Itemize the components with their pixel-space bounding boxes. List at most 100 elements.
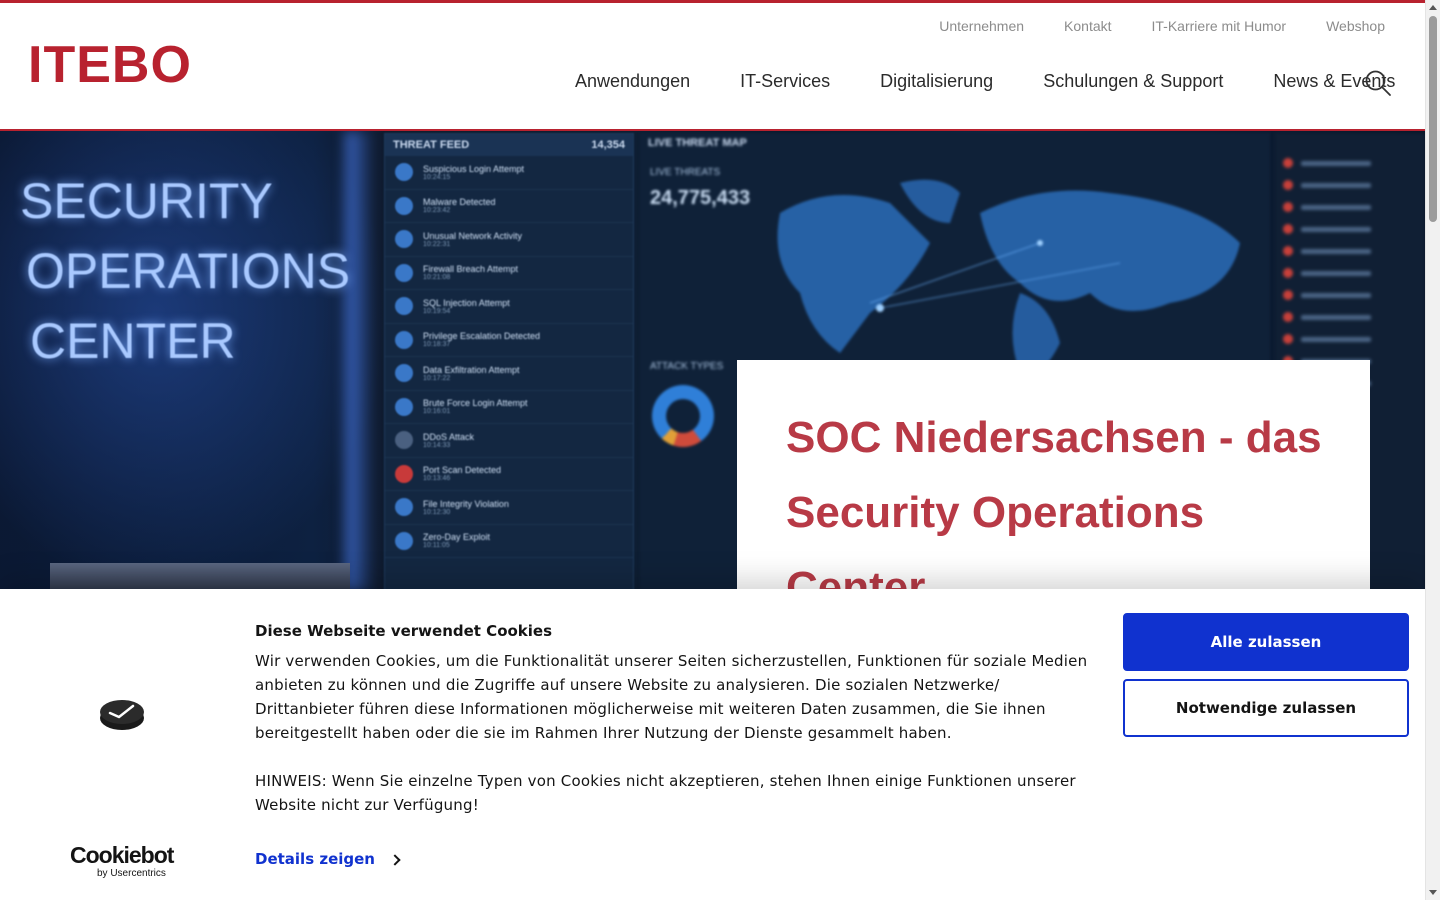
feed-item-time: 10:22:31 [423, 240, 451, 248]
feed-item: Data Exfiltration Attempt 10:17:22 [385, 357, 633, 391]
sign-line-2: OPERATIONS [26, 243, 351, 299]
chevron-right-icon [389, 853, 401, 866]
alert-icon [395, 531, 413, 550]
incident-row [1283, 197, 1417, 217]
world-map-graphic [777, 179, 1240, 375]
nav-digitalisierung[interactable]: Digitalisierung [880, 71, 993, 92]
feed-item-title: SQL Injection Attempt [423, 297, 510, 308]
incident-row [1283, 153, 1417, 173]
alert-icon [395, 263, 413, 282]
alert-icon [395, 498, 413, 517]
search-button[interactable] [1364, 69, 1392, 97]
feed-item: Suspicious Login Attempt 10:24:15 [385, 156, 633, 190]
attack-types-label: ATTACK TYPES [650, 361, 724, 372]
meta-nav-kontakt[interactable]: Kontakt [1064, 18, 1111, 34]
incident-row [1283, 307, 1417, 327]
allow-necessary-button[interactable]: Notwendige zulassen [1123, 679, 1409, 737]
feed-item-time: 10:17:22 [423, 374, 451, 382]
alert-icon [395, 230, 413, 249]
search-icon [1365, 70, 1391, 96]
threat-feed-count: 14,354 [591, 139, 625, 151]
feed-item: Brute Force Login Attempt 10:16:01 [385, 391, 633, 424]
meta-navigation: Unternehmen Kontakt IT-Karriere mit Humo… [939, 18, 1385, 34]
alert-icon [395, 330, 413, 349]
page-scrollbar[interactable] [1425, 0, 1440, 900]
feed-item-time: 10:16:01 [423, 408, 451, 416]
cookiebot-logo-icon [100, 700, 144, 730]
meta-nav-webshop[interactable]: Webshop [1326, 18, 1385, 34]
feed-item-title: Zero-Day Exploit [423, 532, 491, 543]
feed-item: Zero-Day Exploit 10:11:05 [385, 525, 633, 558]
nav-anwendungen[interactable]: Anwendungen [575, 71, 690, 92]
sign-line-1: SECURITY [20, 173, 273, 229]
feed-item-title: Suspicious Login Attempt [423, 163, 525, 174]
alert-icon [395, 431, 413, 450]
feed-item-time: 10:11:05 [423, 542, 450, 550]
scrollbar-thumb[interactable] [1429, 16, 1437, 222]
feed-item: Privilege Escalation Detected 10:18:37 [385, 324, 633, 357]
details-toggle-label: Details zeigen [255, 850, 375, 868]
cookiebot-brand-by: by Usercentrics [97, 868, 166, 879]
feed-item-title: File Integrity Violation [423, 498, 509, 509]
warning-icon [395, 464, 413, 483]
feed-item-title: Data Exfiltration Attempt [423, 364, 520, 375]
threat-feed-header: THREAT FEED 14,354 [385, 134, 633, 156]
threat-feed-title: THREAT FEED [393, 139, 470, 151]
meta-nav-unternehmen[interactable]: Unternehmen [939, 18, 1024, 34]
feed-item-title: Unusual Network Activity [423, 230, 523, 241]
incident-row [1283, 241, 1417, 261]
feed-item-time: 10:24:15 [423, 173, 451, 181]
cookie-banner-hint: HINWEIS: Wenn Sie einzelne Typen von Coo… [255, 772, 1076, 814]
feed-item-title: Firewall Breach Attempt [423, 264, 519, 275]
alert-icon [395, 364, 413, 383]
cookie-banner-text: Wir verwenden Cookies, um die Funktional… [255, 652, 1088, 742]
alert-icon [395, 297, 413, 316]
feed-item: Port Scan Detected 10:13:46 [385, 458, 633, 491]
feed-item-time: 10:21:08 [423, 274, 451, 282]
feed-item: Firewall Breach Attempt 10:21:08 [385, 257, 633, 290]
incident-row [1283, 329, 1417, 349]
allow-all-button[interactable]: Alle zulassen [1123, 613, 1409, 671]
threat-feed-panel: THREAT FEED 14,354 Suspicious Login Atte… [384, 133, 634, 591]
scroll-down-arrow-icon[interactable] [1429, 890, 1437, 895]
sign-line-3: CENTER [30, 313, 236, 369]
feed-item: DDoS Attack 10:14:33 [385, 424, 633, 458]
threat-map-title: LIVE THREAT MAP [648, 137, 747, 149]
site-logo[interactable]: ITEBO [28, 39, 192, 91]
incident-row [1283, 263, 1417, 283]
monitor-stand-graphic [50, 563, 350, 591]
feed-item-title: Privilege Escalation Detected [423, 331, 541, 342]
feed-item-time: 10:12:30 [423, 508, 451, 516]
feed-item-time: 10:18:37 [423, 341, 451, 349]
nav-it-services[interactable]: IT-Services [740, 71, 830, 92]
cookiebot-brand-name: Cookiebot [70, 842, 174, 868]
feed-item: File Integrity Violation 10:12:30 [385, 491, 633, 525]
meta-nav-karriere[interactable]: IT-Karriere mit Humor [1152, 18, 1287, 34]
cookie-banner-title: Diese Webseite verwendet Cookies [255, 622, 553, 640]
alert-icon [395, 397, 413, 416]
feed-item-title: DDoS Attack [423, 431, 475, 442]
site-header: ITEBO Unternehmen Kontakt IT-Karriere mi… [0, 3, 1425, 131]
attack-types-donut [652, 385, 714, 447]
feed-item-time: 10:19:54 [423, 307, 451, 315]
feed-item: Unusual Network Activity 10:22:31 [385, 223, 633, 257]
feed-item: SQL Injection Attempt 10:19:54 [385, 290, 633, 324]
alert-icon [395, 163, 413, 182]
hero-card: SOC Niedersachsen - das Security Operati… [737, 360, 1370, 612]
incident-row [1283, 175, 1417, 195]
incident-row [1283, 219, 1417, 239]
feed-item-time: 10:13:46 [423, 475, 451, 483]
cookiebot-brand[interactable]: Cookiebot by Usercentrics [70, 842, 174, 880]
main-navigation: Anwendungen IT-Services Digitalisierung … [575, 71, 1395, 92]
feed-item-time: 10:23:42 [423, 207, 451, 215]
details-toggle[interactable]: Details zeigen [255, 850, 401, 868]
feed-item-time: 10:14:33 [423, 441, 451, 449]
feed-item: Malware Detected 10:23:42 [385, 190, 633, 223]
feed-item-title: Brute Force Login Attempt [423, 398, 528, 409]
feed-item-title: Malware Detected [423, 197, 496, 208]
alert-icon [395, 196, 413, 215]
nav-schulungen-support[interactable]: Schulungen & Support [1043, 71, 1223, 92]
incident-row [1283, 285, 1417, 305]
scroll-up-arrow-icon[interactable] [1429, 5, 1437, 10]
hero-image-sign: SECURITY OPERATIONS CENTER [20, 166, 350, 376]
